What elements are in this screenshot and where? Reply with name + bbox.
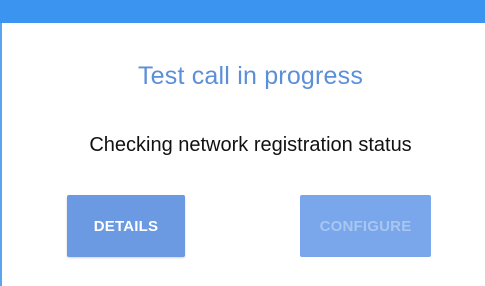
window: Test call in progress Checking network r… [0, 0, 485, 286]
test-call-dialog: Test call in progress Checking network r… [2, 23, 485, 286]
details-button[interactable]: DETAILS [67, 195, 185, 257]
status-message: Checking network registration status [89, 134, 412, 156]
configure-button[interactable]: CONFIGURE [300, 195, 431, 257]
status-bar [0, 0, 485, 23]
dialog-title: Test call in progress [137, 62, 364, 90]
